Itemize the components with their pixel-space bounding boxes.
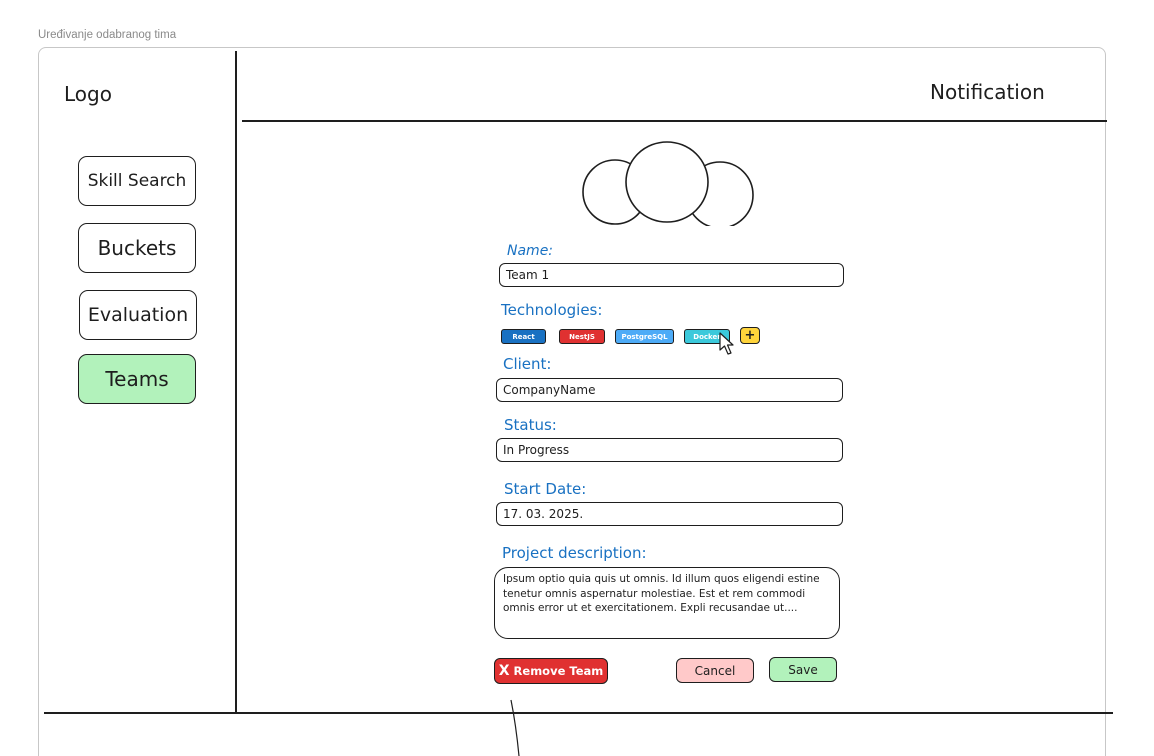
remove-team-button[interactable]: X Remove Team xyxy=(494,658,608,684)
tech-chip-nestjs[interactable]: NestJS xyxy=(559,329,605,344)
sidebar-item-teams[interactable]: Teams xyxy=(78,354,196,404)
start-date-field[interactable]: 17. 03. 2025. xyxy=(496,502,843,526)
logo: Logo xyxy=(64,82,112,106)
name-field[interactable]: Team 1 xyxy=(499,263,844,287)
notification-link[interactable]: Notification xyxy=(930,80,1045,104)
remove-team-label: Remove Team xyxy=(513,664,604,678)
mouse-cursor-icon xyxy=(719,332,734,355)
add-technology-button[interactable]: + xyxy=(740,327,760,344)
tech-chip-react[interactable]: React xyxy=(501,329,546,344)
save-button[interactable]: Save xyxy=(769,657,837,682)
sidebar-item-evaluation[interactable]: Evaluation xyxy=(79,290,197,340)
status-field[interactable]: In Progress xyxy=(496,438,843,462)
start-date-label: Start Date: xyxy=(504,480,587,498)
description-label: Project description: xyxy=(502,544,647,562)
status-label: Status: xyxy=(504,416,557,434)
client-label: Client: xyxy=(503,355,552,373)
cancel-button[interactable]: Cancel xyxy=(676,658,754,683)
client-field[interactable]: CompanyName xyxy=(496,378,843,402)
description-textarea[interactable]: Ipsum optio quia quis ut omnis. Id illum… xyxy=(494,567,840,639)
sidebar-item-buckets[interactable]: Buckets xyxy=(78,223,196,273)
technologies-label: Technologies: xyxy=(501,301,603,319)
tech-chip-postgresql[interactable]: PostgreSQL xyxy=(615,329,674,344)
team-avatar-icon xyxy=(582,141,754,226)
close-icon: X xyxy=(498,663,510,679)
sidebar-item-skill-search[interactable]: Skill Search xyxy=(78,156,196,206)
name-label: Name: xyxy=(507,243,554,259)
